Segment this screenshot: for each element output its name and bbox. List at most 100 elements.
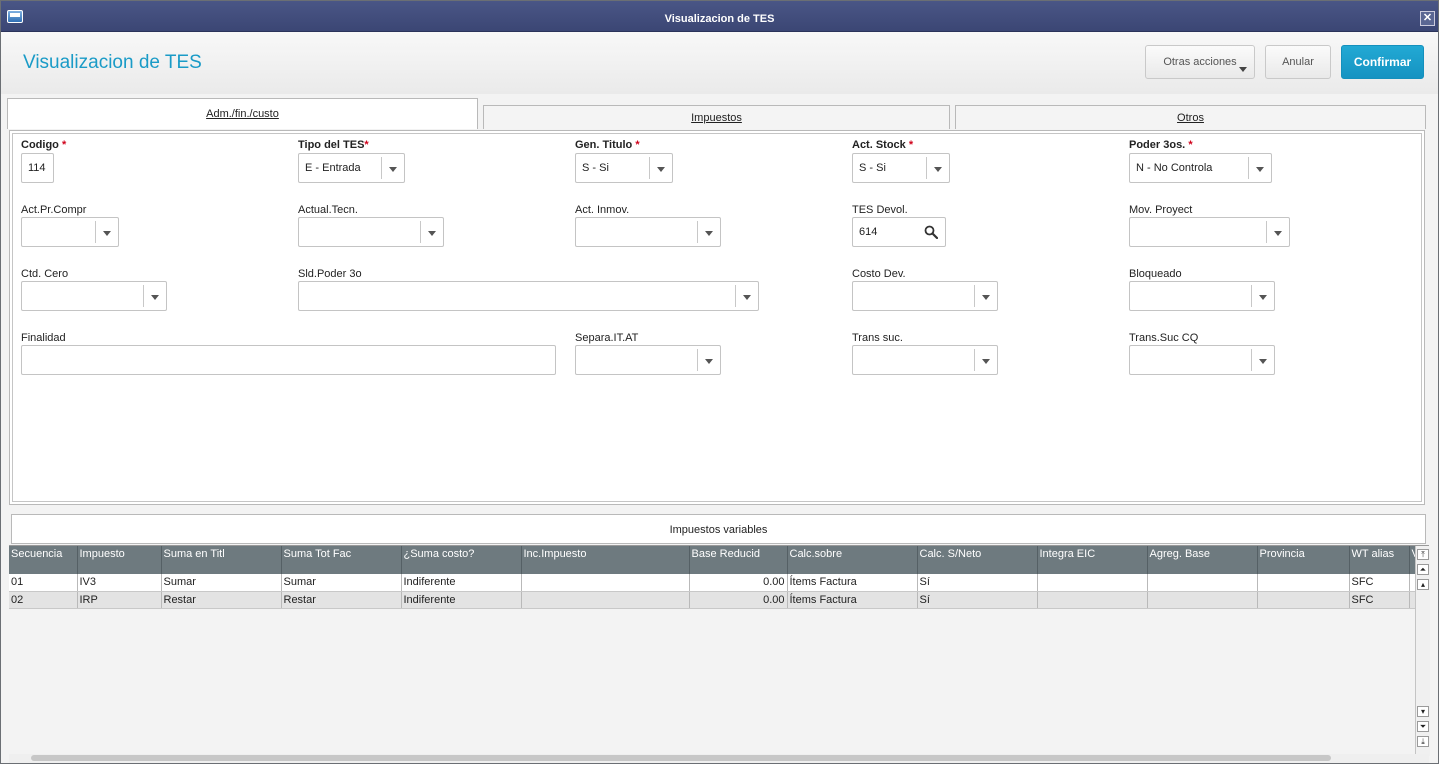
vertical-scrollbar[interactable]: ⤒ ⏶ ▴ ▾ ⏷ ⤓	[1415, 546, 1430, 756]
search-icon[interactable]	[924, 225, 938, 239]
tab-impuestos[interactable]: Impuestos	[483, 105, 950, 129]
table-cell: Ítems Factura	[787, 591, 918, 609]
act-stock-label: Act. Stock *	[852, 139, 914, 151]
table-cell	[1257, 591, 1350, 609]
mov-proyect-select[interactable]	[1129, 217, 1290, 247]
finalidad-input[interactable]	[21, 345, 556, 375]
column-header[interactable]: WT alias	[1349, 546, 1410, 574]
act-inmov-select[interactable]	[575, 217, 721, 247]
table-row[interactable]: 01 IV3 Sumar Sumar Indiferente 0.00 Ítem…	[9, 574, 1417, 592]
table-cell	[1037, 574, 1148, 592]
scroll-bottom-icon[interactable]: ⤓	[1417, 736, 1429, 747]
dialog-window: Visualizacion de TES ✕ Visualizacion de …	[0, 0, 1439, 764]
dropdown-arrow-icon[interactable]	[1251, 285, 1274, 307]
dropdown-arrow-icon[interactable]	[974, 349, 997, 371]
column-header[interactable]: Suma en Titl	[161, 546, 282, 574]
finalidad-label: Finalidad	[21, 332, 66, 344]
page-down-icon[interactable]: ⏷	[1417, 721, 1429, 732]
table-cell: SFC	[1349, 574, 1410, 592]
scroll-top-icon[interactable]: ⤒	[1417, 549, 1429, 560]
column-header[interactable]: Agreg. Base	[1147, 546, 1258, 574]
grid-title: Impuestos variables	[11, 514, 1426, 544]
trans-suc-cq-select[interactable]	[1129, 345, 1275, 375]
act-inmov-label: Act. Inmov.	[575, 204, 630, 216]
gen-titulo-label: Gen. Titulo *	[575, 139, 640, 151]
codigo-label: Codigo *	[21, 139, 67, 151]
table-cell: Sí	[917, 591, 1038, 609]
close-icon[interactable]: ✕	[1420, 11, 1435, 26]
table-cell	[521, 591, 690, 609]
confirm-button[interactable]: Confirmar	[1341, 45, 1424, 79]
dropdown-arrow-icon[interactable]	[143, 285, 166, 307]
codigo-input[interactable]: 114	[21, 153, 54, 183]
table-cell: Ítems Factura	[787, 574, 918, 592]
tab-otros[interactable]: Otros	[955, 105, 1426, 129]
required-marker: *	[635, 139, 640, 151]
scrollbar-thumb[interactable]	[31, 755, 1331, 761]
taxes-table: Secuencia Impuesto Suma en Titl Suma Tot…	[9, 546, 1417, 609]
horizontal-scrollbar[interactable]	[9, 754, 1429, 763]
actual-tecn-select[interactable]	[298, 217, 444, 247]
table-cell: Sumar	[281, 574, 402, 592]
required-marker: *	[1188, 139, 1193, 151]
dropdown-arrow-icon[interactable]	[1266, 221, 1289, 243]
bloqueado-select[interactable]	[1129, 281, 1275, 311]
column-header[interactable]: Impuesto	[77, 546, 162, 574]
dialog-header: Visualizacion de TES Otras acciones Anul…	[1, 32, 1438, 94]
scroll-up-icon[interactable]: ▴	[1417, 579, 1429, 590]
table-cell: IV3	[77, 574, 162, 592]
tipo-tes-select[interactable]: E - Entrada	[298, 153, 405, 183]
act-pr-compr-select[interactable]	[21, 217, 119, 247]
table-cell	[1147, 574, 1258, 592]
tab-adm-fin-custo[interactable]: Adm./fin./custo	[7, 98, 478, 129]
cancel-button[interactable]: Anular	[1265, 45, 1331, 79]
scroll-down-icon[interactable]: ▾	[1417, 706, 1429, 717]
column-header[interactable]: Secuencia	[9, 546, 78, 574]
column-header[interactable]: Suma Tot Fac	[281, 546, 402, 574]
table-cell: Indiferente	[401, 591, 522, 609]
dropdown-arrow-icon[interactable]	[381, 157, 404, 179]
table-cell	[1147, 591, 1258, 609]
column-header[interactable]: Calc. S/Neto	[917, 546, 1038, 574]
column-header[interactable]: ¿Suma costo?	[401, 546, 522, 574]
table-cell: IRP	[77, 591, 162, 609]
dropdown-arrow-icon[interactable]	[974, 285, 997, 307]
column-header[interactable]: Provincia	[1257, 546, 1350, 574]
dropdown-arrow-icon[interactable]	[1251, 349, 1274, 371]
dropdown-arrow-icon[interactable]	[697, 349, 720, 371]
dropdown-arrow-icon[interactable]	[649, 157, 672, 179]
actual-tecn-label: Actual.Tecn.	[298, 204, 358, 216]
dropdown-arrow-icon[interactable]	[926, 157, 949, 179]
tes-devol-input[interactable]: 614	[852, 217, 946, 247]
required-marker: *	[364, 139, 369, 151]
table-row[interactable]: 02 IRP Restar Restar Indiferente 0.00 Ít…	[9, 591, 1417, 609]
act-pr-compr-label: Act.Pr.Compr	[21, 204, 87, 216]
trans-suc-cq-label: Trans.Suc CQ	[1129, 332, 1199, 344]
separa-it-label: Separa.IT.AT	[575, 332, 639, 344]
poder-3os-select[interactable]: N - No Controla	[1129, 153, 1272, 183]
dropdown-arrow-icon[interactable]	[697, 221, 720, 243]
trans-suc-label: Trans suc.	[852, 332, 903, 344]
ctd-cero-select[interactable]	[21, 281, 167, 311]
gen-titulo-select[interactable]: S - Si	[575, 153, 673, 183]
costo-dev-select[interactable]	[852, 281, 998, 311]
separa-it-select[interactable]	[575, 345, 721, 375]
column-header[interactable]: Inc.Impuesto	[521, 546, 690, 574]
table-cell: 0.00	[689, 574, 788, 592]
column-header[interactable]: Base Reducid	[689, 546, 788, 574]
dropdown-arrow-icon[interactable]	[420, 221, 443, 243]
table-cell: SFC	[1349, 591, 1410, 609]
column-header[interactable]: Integra EIC	[1037, 546, 1148, 574]
table-cell: Sumar	[161, 574, 282, 592]
dropdown-arrow-icon[interactable]	[735, 285, 758, 307]
other-actions-button[interactable]: Otras acciones	[1145, 45, 1255, 79]
table-cell: 0.00	[689, 591, 788, 609]
taxes-grid[interactable]: Secuencia Impuesto Suma en Titl Suma Tot…	[9, 545, 1430, 756]
column-header[interactable]: Calc.sobre	[787, 546, 918, 574]
sld-poder-select[interactable]	[298, 281, 759, 311]
dropdown-arrow-icon[interactable]	[95, 221, 118, 243]
trans-suc-select[interactable]	[852, 345, 998, 375]
act-stock-select[interactable]: S - Si	[852, 153, 950, 183]
dropdown-arrow-icon[interactable]	[1248, 157, 1271, 179]
page-up-icon[interactable]: ⏶	[1417, 564, 1429, 575]
